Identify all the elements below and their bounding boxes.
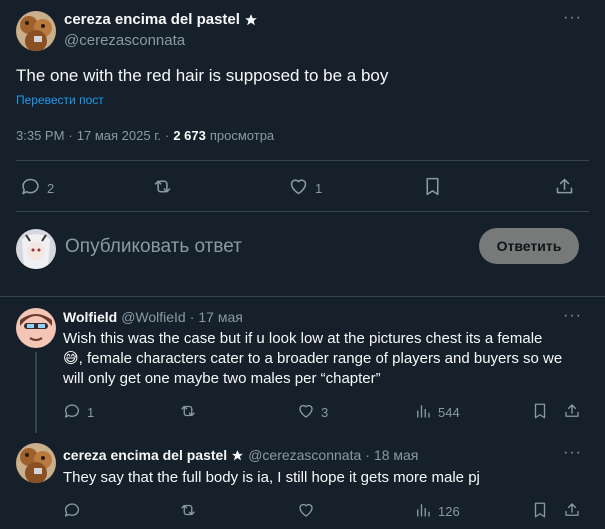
heart-icon: [288, 176, 309, 200]
reply-button[interactable]: 1: [63, 402, 94, 423]
reply-count: 2: [47, 180, 55, 196]
heart-icon: [297, 402, 315, 423]
reply-icon: [20, 176, 41, 200]
meta-separator: ·: [164, 128, 170, 143]
views-count: 2 673: [173, 128, 206, 143]
reply-text: Wish this was the case but if u look low…: [63, 329, 593, 389]
bookmark-icon: [531, 402, 549, 423]
repost-button[interactable]: [152, 176, 179, 200]
repost-icon: [179, 402, 197, 423]
reply-date[interactable]: 18 мая: [374, 447, 418, 463]
reply-submit-button[interactable]: Ответить: [479, 228, 579, 264]
views-label: просмотра: [209, 128, 275, 143]
repost-button[interactable]: [179, 402, 203, 423]
sweat-smile-emoji: 😅: [63, 350, 79, 367]
reply-author-name[interactable]: cereza encima del pastel: [63, 447, 227, 463]
bookmark-button[interactable]: [531, 402, 549, 423]
bookmark-button[interactable]: [531, 501, 549, 522]
share-icon: [563, 501, 581, 522]
translate-link[interactable]: Перевести пост: [16, 93, 104, 107]
reply-button[interactable]: 2: [20, 176, 54, 200]
star-icon: [231, 449, 244, 462]
meta-separator: ·: [189, 309, 195, 325]
user-avatar: [16, 229, 56, 269]
repost-icon: [179, 501, 197, 522]
bookmark-icon: [531, 501, 549, 522]
reply-input[interactable]: Опубликовать ответ: [65, 236, 242, 258]
bookmark-button[interactable]: [422, 176, 443, 200]
like-button[interactable]: 1: [288, 176, 322, 200]
reply-author-name[interactable]: Wolfield: [63, 309, 117, 325]
reply-author-handle[interactable]: @cerezasconnata: [248, 447, 361, 463]
post-date[interactable]: 17 мая 2025 г.: [77, 128, 161, 143]
share-button[interactable]: [554, 176, 575, 200]
author-handle[interactable]: @cerezasconnata: [64, 32, 185, 49]
meta-separator: ·: [365, 447, 370, 463]
reply-header: Wolfield @WolfieId · 17 мая: [63, 309, 243, 325]
reply-post: cereza encima del pastel @cerezasconnata…: [0, 433, 605, 529]
share-icon: [554, 176, 575, 200]
share-button[interactable]: [563, 501, 581, 522]
star-icon: [244, 13, 258, 27]
reply-text-line: will only get one maybe two males per “c…: [63, 370, 381, 387]
reply-icon: [63, 501, 81, 522]
divider: [16, 160, 589, 161]
author-name[interactable]: cereza encima del pastel: [64, 11, 240, 28]
reply-text-segment: , female characters cater to a broader r…: [78, 350, 563, 367]
post-meta: 3:35 PM · 17 мая 2025 г. · 2 673 просмот…: [16, 128, 274, 143]
views-count: 126: [438, 504, 460, 519]
more-options-icon[interactable]: ···: [563, 307, 582, 325]
author-avatar[interactable]: [16, 11, 56, 51]
reply-text-line: 😅, female characters cater to a broader …: [63, 349, 593, 369]
reply-date[interactable]: 17 мая: [198, 309, 242, 325]
meta-separator: ·: [68, 128, 73, 143]
like-button[interactable]: [297, 501, 321, 522]
views-count: 544: [438, 405, 460, 420]
bookmark-icon: [422, 176, 443, 200]
reply-button[interactable]: [63, 501, 87, 522]
views-button[interactable]: 126: [414, 501, 460, 522]
reply-count: 1: [87, 405, 95, 420]
reply-text: They say that the full body is ia, I sti…: [63, 469, 480, 486]
reply-author-avatar[interactable]: [16, 308, 56, 348]
more-options-icon[interactable]: ···: [563, 444, 582, 462]
reply-icon: [63, 402, 81, 423]
reply-post: Wolfield @WolfieId · 17 мая ··· Wish thi…: [0, 297, 605, 433]
heart-icon: [297, 501, 315, 522]
like-button[interactable]: 3: [297, 402, 328, 423]
share-icon: [563, 402, 581, 423]
share-button[interactable]: [563, 402, 581, 423]
repost-button[interactable]: [179, 501, 203, 522]
reply-composer: Опубликовать ответ Ответить: [0, 212, 605, 296]
reply-header: cereza encima del pastel @cerezasconnata…: [63, 447, 418, 463]
analytics-icon: [414, 501, 432, 522]
reply-author-handle[interactable]: @WolfieId: [121, 309, 186, 325]
like-count: 1: [315, 180, 323, 196]
repost-icon: [152, 176, 173, 200]
thread-line: [35, 352, 37, 433]
like-count: 3: [321, 405, 329, 420]
analytics-icon: [414, 402, 432, 423]
reply-text-line: Wish this was the case but if u look low…: [63, 330, 543, 347]
reply-author-avatar[interactable]: [16, 443, 56, 483]
more-options-icon[interactable]: ···: [563, 9, 582, 27]
post-time[interactable]: 3:35 PM: [16, 128, 64, 143]
post-text: The one with the red hair is supposed to…: [16, 66, 389, 85]
views-button[interactable]: 544: [414, 402, 460, 423]
author-name-row: cereza encima del pastel: [64, 11, 258, 28]
main-post: cereza encima del pastel @cerezasconnata…: [0, 0, 605, 216]
